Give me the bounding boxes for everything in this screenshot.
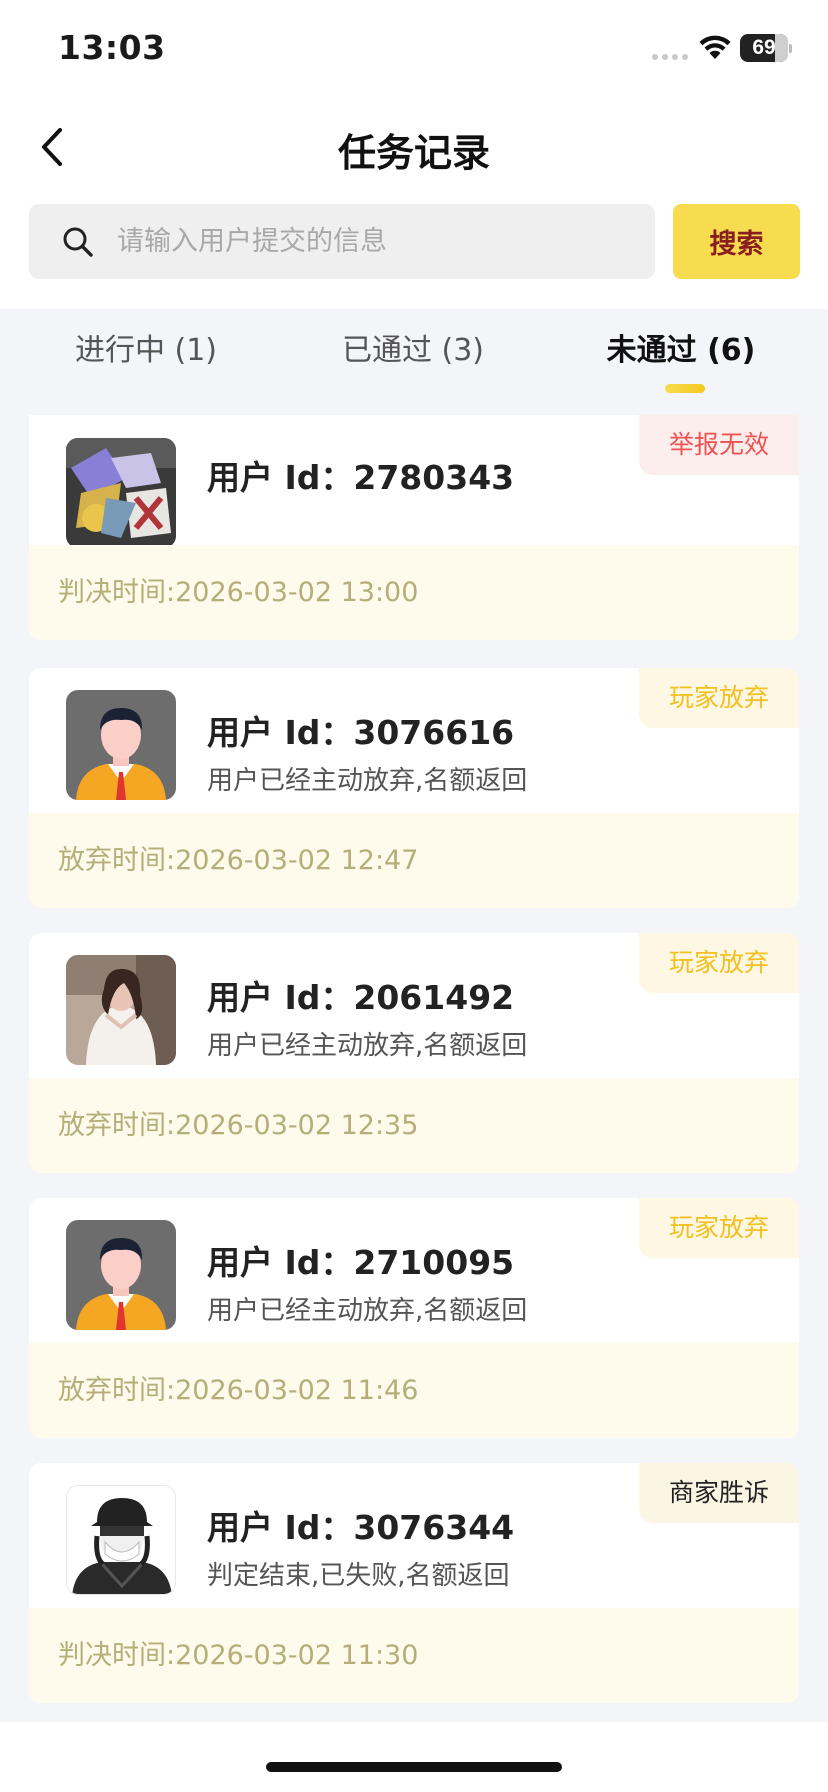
status-badge: 举报无效 (638, 415, 799, 475)
card-footer: 判决时间:2026-03-02 13:00 (29, 545, 799, 640)
record-time: 判决时间:2026-03-02 13:00 (58, 577, 419, 608)
card-footer: 放弃时间:2026-03-02 11:46 (29, 1343, 799, 1438)
card-footer: 放弃时间:2026-03-02 12:35 (29, 1078, 799, 1173)
active-tab-indicator (665, 384, 705, 393)
record-time: 判决时间:2026-03-02 11:30 (58, 1640, 419, 1671)
record-card[interactable]: 用户 Id：3076616 用户已经主动放弃,名额返回 玩家放弃 放弃时间:20… (29, 668, 799, 908)
record-note: 用户已经主动放弃,名额返回 (207, 766, 528, 796)
status-tabs: 进行中 (1) 已通过 (3) 未通过 (6) (0, 309, 828, 415)
status-badge: 玩家放弃 (638, 933, 799, 993)
status-badge: 玩家放弃 (638, 668, 799, 728)
game-items-avatar-icon (66, 438, 176, 548)
battery-icon: 69 (740, 34, 792, 62)
record-card[interactable]: 用户 Id：3076344 判定结束,已失败,名额返回 商家胜诉 判决时间:20… (29, 1463, 799, 1703)
status-badge: 商家胜诉 (638, 1463, 799, 1523)
search-box (29, 204, 655, 279)
masked-person-avatar-icon (67, 1486, 175, 1594)
avatar (66, 438, 176, 548)
record-note: 用户已经主动放弃,名额返回 (207, 1296, 528, 1326)
tab-in-progress[interactable]: 进行中 (1) (56, 309, 236, 415)
search-input[interactable] (117, 204, 637, 279)
user-id: 用户 Id：3076616 (207, 713, 515, 752)
page-title: 任务记录 (337, 131, 490, 175)
wifi-icon (699, 35, 731, 59)
cellular-signal-icon (652, 54, 688, 60)
avatar (66, 1220, 176, 1330)
user-id: 用户 Id：2780343 (207, 458, 515, 497)
avatar (66, 690, 176, 800)
status-bar: 13:03 69 (0, 0, 828, 100)
user-id: 用户 Id：3076344 (207, 1508, 515, 1547)
avatar (66, 955, 176, 1065)
record-card[interactable]: 用户 Id：2710095 用户已经主动放弃,名额返回 玩家放弃 放弃时间:20… (29, 1198, 799, 1438)
card-footer: 放弃时间:2026-03-02 12:47 (29, 813, 799, 908)
record-list: 用户 Id：2780343 举报无效 判决时间:2026-03-02 13:00… (0, 415, 828, 1722)
default-man-avatar-icon (66, 1220, 176, 1330)
user-id: 用户 Id：2710095 (207, 1243, 515, 1282)
record-time: 放弃时间:2026-03-02 12:35 (58, 1110, 419, 1141)
status-badge: 玩家放弃 (638, 1198, 799, 1258)
record-card[interactable]: 用户 Id：2061492 用户已经主动放弃,名额返回 玩家放弃 放弃时间:20… (29, 933, 799, 1173)
tab-approved[interactable]: 已通过 (3) (320, 309, 506, 415)
nav-bar: 任务记录 (0, 100, 828, 192)
user-id: 用户 Id：2061492 (207, 978, 515, 1017)
search-icon (63, 227, 93, 257)
record-card[interactable]: 用户 Id：2780343 举报无效 判决时间:2026-03-02 13:00 (29, 415, 799, 640)
status-time: 13:03 (58, 28, 166, 67)
tab-rejected[interactable]: 未通过 (6) (586, 309, 776, 415)
avatar (66, 1485, 176, 1595)
default-man-avatar-icon (66, 690, 176, 800)
card-footer: 判决时间:2026-03-02 11:30 (29, 1608, 799, 1703)
photo-woman-avatar-icon (66, 955, 176, 1065)
search-button[interactable]: 搜索 (673, 204, 800, 279)
battery-level: 69 (752, 36, 776, 59)
home-indicator[interactable] (266, 1762, 562, 1772)
record-time: 放弃时间:2026-03-02 11:46 (58, 1375, 419, 1406)
record-note: 判定结束,已失败,名额返回 (207, 1561, 510, 1591)
record-note: 用户已经主动放弃,名额返回 (207, 1031, 528, 1061)
record-time: 放弃时间:2026-03-02 12:47 (58, 845, 419, 876)
